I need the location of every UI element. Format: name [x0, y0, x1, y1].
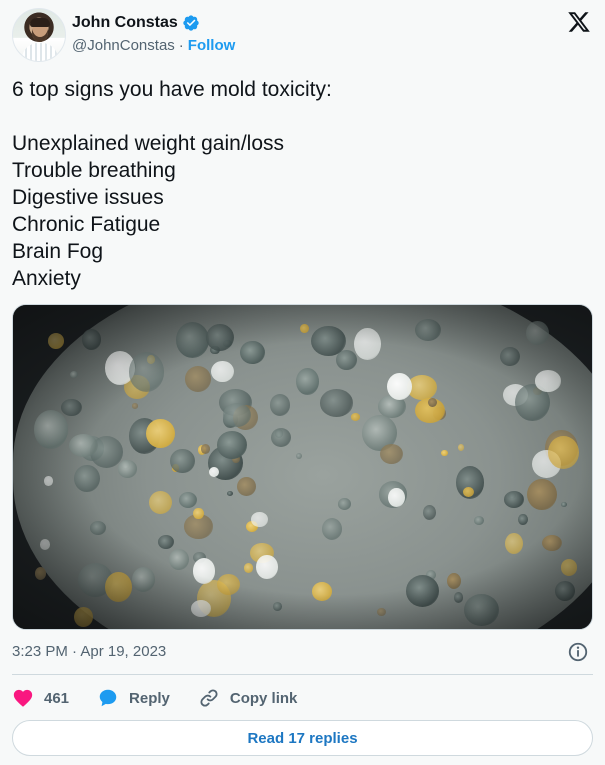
like-button[interactable]: 461: [12, 687, 69, 709]
photo-vignette: [13, 305, 592, 629]
like-count: 461: [44, 689, 70, 707]
info-icon[interactable]: [567, 641, 589, 663]
tweet-text: 6 top signs you have mold toxicity: Unex…: [12, 76, 592, 292]
sign-item: Trouble breathing: [12, 159, 176, 182]
reply-label: Reply: [129, 689, 170, 707]
copy-link-button[interactable]: Copy link: [198, 687, 298, 709]
sign-item: Digestive issues: [12, 186, 164, 209]
heart-icon: [13, 689, 33, 707]
tweet-timestamp[interactable]: 3:23 PM · Apr 19, 2023: [12, 643, 166, 660]
author-display-name[interactable]: John Constas: [72, 14, 178, 32]
sign-item: Brain Fog: [12, 240, 104, 263]
sign-item: Unexplained weight gain/loss: [12, 132, 285, 155]
author-name-row: John Constas: [72, 12, 200, 34]
read-replies-button[interactable]: Read 17 replies: [12, 720, 593, 756]
tweet-card: John Constas @JohnConstas · Follow 6 top…: [0, 0, 605, 765]
avatar-shirt: [22, 43, 58, 61]
reply-bubble-icon: [99, 689, 117, 707]
author-handle-row: @JohnConstas · Follow: [72, 37, 235, 54]
follow-button[interactable]: Follow: [188, 37, 236, 54]
mold-photo[interactable]: [12, 304, 593, 630]
handle-separator: ·: [178, 37, 184, 54]
sign-item: Anxiety: [12, 267, 81, 290]
reply-button[interactable]: Reply: [97, 687, 170, 709]
divider: [12, 674, 593, 675]
link-icon: [200, 689, 218, 707]
avatar[interactable]: [12, 8, 66, 62]
copy-link-label: Copy link: [229, 689, 298, 707]
action-bar: 461 Reply Copy link: [12, 686, 325, 710]
x-logo-icon[interactable]: [567, 10, 591, 34]
tweet-intro: 6 top signs you have mold toxicity:: [12, 78, 332, 101]
author-handle[interactable]: @JohnConstas: [72, 37, 175, 54]
verified-badge-icon: [183, 15, 199, 31]
sign-item: Chronic Fatigue: [12, 213, 161, 236]
avatar-hair: [30, 18, 50, 27]
